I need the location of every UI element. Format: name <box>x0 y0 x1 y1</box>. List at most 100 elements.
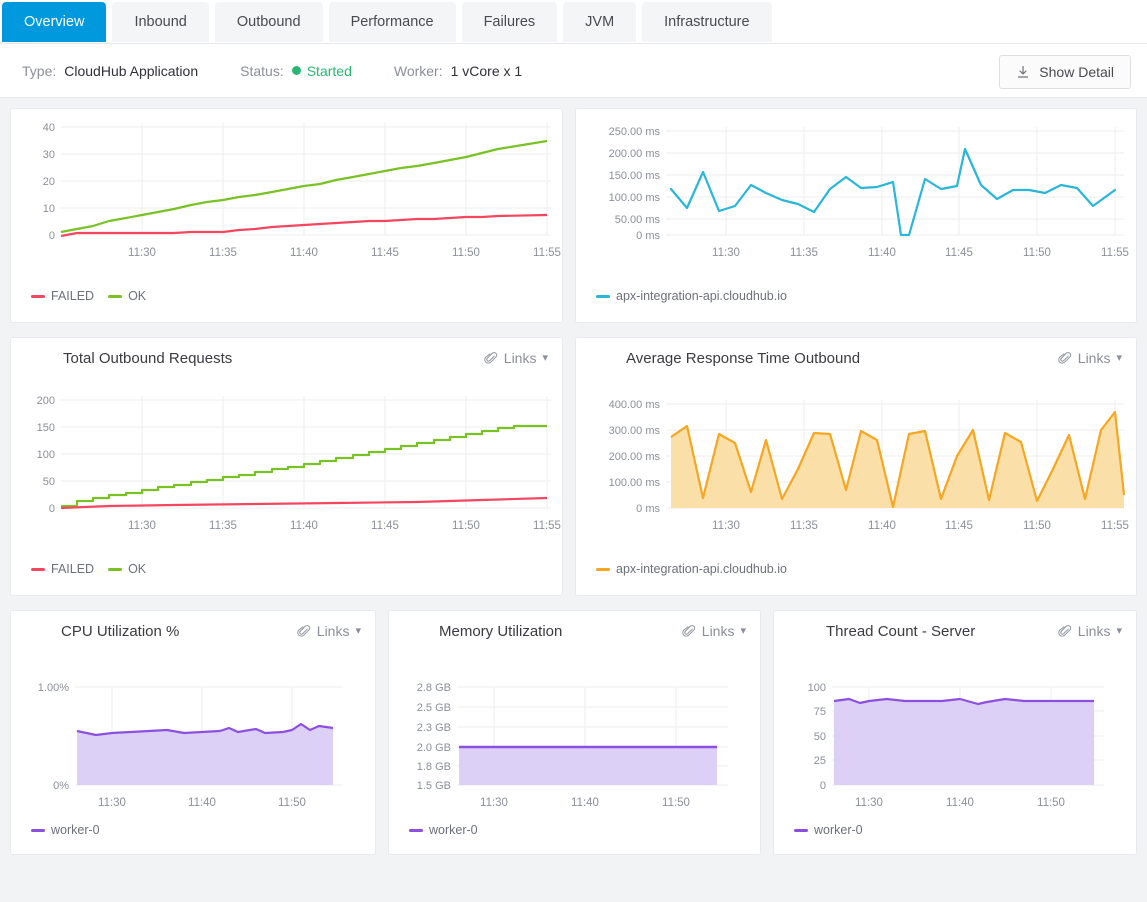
svg-text:11:30: 11:30 <box>128 520 156 532</box>
legend-swatch-host-icon <box>596 568 610 571</box>
show-detail-button[interactable]: Show Detail <box>999 55 1131 89</box>
row-gap <box>0 323 1147 337</box>
legend-label: FAILED <box>51 562 94 576</box>
legend-swatch-failed-icon <box>31 568 45 571</box>
card-header: CPU Utilization % Links ▾ <box>11 611 375 655</box>
links-label: Links <box>1078 623 1111 639</box>
chevron-down-icon: ▾ <box>542 353 548 364</box>
legend-total-inbound-requests: FAILED OK <box>11 289 562 303</box>
legend-label: FAILED <box>51 289 94 303</box>
svg-text:25: 25 <box>814 755 826 767</box>
svg-text:1.8 GB: 1.8 GB <box>417 761 451 773</box>
tab-failures[interactable]: Failures <box>462 2 558 42</box>
row-gap <box>0 596 1147 610</box>
card-average-response-time-inbound: 250.00 ms200.00 ms150.00 ms 100.00 ms50.… <box>575 108 1137 323</box>
svg-text:11:35: 11:35 <box>209 247 237 259</box>
legend-swatch-ok-icon <box>108 295 122 298</box>
svg-text:11:55: 11:55 <box>1101 247 1129 259</box>
links-dropdown[interactable]: Links ▾ <box>682 623 746 639</box>
x-axis-labels: 11:3011:3511:40 11:4511:5011:55 <box>712 520 1129 532</box>
card-cpu-utilization: CPU Utilization % Links ▾ 1.00%0% 11:301… <box>10 610 376 855</box>
legend-item[interactable]: OK <box>108 289 146 303</box>
legend-swatch-worker-icon <box>31 829 45 832</box>
links-dropdown[interactable]: Links ▾ <box>1058 350 1122 366</box>
chart-total-inbound-requests: 403020 100 11:3011:3511:40 11:4511:5011:… <box>11 109 562 289</box>
download-icon <box>1016 65 1030 79</box>
svg-text:11:35: 11:35 <box>209 520 237 532</box>
legend-item[interactable]: worker-0 <box>409 823 478 837</box>
legend-cpu-utilization: worker-0 <box>11 823 375 837</box>
chart-memory-utilization: 2.8 GB2.5 GB2.3 GB 2.0 GB1.8 GB1.5 GB 11… <box>389 655 760 823</box>
status-dot-icon <box>292 66 301 75</box>
svg-text:11:50: 11:50 <box>1023 247 1051 259</box>
svg-text:40: 40 <box>43 122 55 134</box>
svg-text:11:30: 11:30 <box>98 797 126 809</box>
info-status: Status: Started <box>240 63 352 79</box>
y-axis-labels: 400.00 ms300.00 ms200.00 ms 100.00 ms0 m… <box>609 399 661 515</box>
show-detail-label: Show Detail <box>1039 56 1114 88</box>
svg-text:250.00 ms: 250.00 ms <box>609 126 661 138</box>
tab-inbound[interactable]: Inbound <box>112 2 208 42</box>
legend-item[interactable]: worker-0 <box>31 823 100 837</box>
legend-item[interactable]: FAILED <box>31 289 94 303</box>
tab-outbound[interactable]: Outbound <box>215 2 323 42</box>
legend-memory-utilization: worker-0 <box>389 823 760 837</box>
svg-text:11:45: 11:45 <box>371 247 399 259</box>
tab-overview[interactable]: Overview <box>2 2 106 42</box>
tab-jvm[interactable]: JVM <box>563 2 636 42</box>
tab-performance[interactable]: Performance <box>329 2 456 42</box>
legend-item[interactable]: OK <box>108 562 146 576</box>
x-axis-labels: 11:3011:3511:40 11:4511:5011:55 <box>128 520 561 532</box>
svg-text:11:35: 11:35 <box>790 520 818 532</box>
legend-swatch-host-icon <box>596 295 610 298</box>
svg-text:2.8 GB: 2.8 GB <box>417 682 451 694</box>
card-thread-count-server: Thread Count - Server Links ▾ 1007550 25… <box>773 610 1137 855</box>
card-memory-utilization: Memory Utilization Links ▾ 2.8 GB2.5 GB2… <box>388 610 761 855</box>
legend-label: worker-0 <box>51 823 100 837</box>
x-axis-labels: 11:3011:4011:50 <box>98 797 306 809</box>
card-average-response-time-outbound: Average Response Time Outbound Links ▾ 4… <box>575 337 1137 596</box>
paperclip-icon <box>484 351 498 365</box>
legend-item[interactable]: apx-integration-api.cloudhub.io <box>596 562 787 576</box>
svg-text:1.00%: 1.00% <box>38 682 69 694</box>
svg-text:11:40: 11:40 <box>290 520 318 532</box>
svg-text:0: 0 <box>49 503 55 515</box>
legend-label: OK <box>128 289 146 303</box>
grid-gap <box>563 337 575 596</box>
legend-item[interactable]: FAILED <box>31 562 94 576</box>
legend-average-response-time-outbound: apx-integration-api.cloudhub.io <box>576 562 1136 576</box>
links-dropdown[interactable]: Links ▾ <box>484 350 548 366</box>
svg-text:50.00 ms: 50.00 ms <box>615 214 661 226</box>
y-axis-labels: 403020 100 <box>43 122 55 242</box>
type-label: Type: <box>22 63 56 79</box>
tab-infrastructure[interactable]: Infrastructure <box>642 2 771 42</box>
svg-text:11:55: 11:55 <box>533 520 561 532</box>
svg-text:100: 100 <box>37 449 55 461</box>
legend-item[interactable]: apx-integration-api.cloudhub.io <box>596 289 787 303</box>
legend-item[interactable]: worker-0 <box>794 823 863 837</box>
application-info-bar: Type: CloudHub Application Status: Start… <box>0 44 1147 98</box>
svg-text:11:45: 11:45 <box>371 520 399 532</box>
svg-text:75: 75 <box>814 706 826 718</box>
links-dropdown[interactable]: Links ▾ <box>297 623 361 639</box>
chart-thread-count-server: 1007550 250 11:3011:4011:50 <box>774 655 1136 823</box>
grid-gap <box>376 610 388 855</box>
links-dropdown[interactable]: Links ▾ <box>1058 623 1122 639</box>
chart-total-outbound-requests: 200150100 500 11:3011:3511:40 11:4511:50… <box>11 382 562 562</box>
legend-label: apx-integration-api.cloudhub.io <box>616 289 787 303</box>
svg-text:2.0 GB: 2.0 GB <box>417 742 451 754</box>
grid-gap <box>761 610 773 855</box>
legend-swatch-worker-icon <box>409 829 423 832</box>
svg-text:100: 100 <box>808 682 826 694</box>
info-worker: Worker: 1 vCore x 1 <box>394 63 522 79</box>
grid-gap <box>563 108 575 323</box>
svg-text:11:30: 11:30 <box>128 247 156 259</box>
y-axis-labels: 250.00 ms200.00 ms150.00 ms 100.00 ms50.… <box>609 126 661 242</box>
svg-text:20: 20 <box>43 176 55 188</box>
svg-text:100.00 ms: 100.00 ms <box>609 192 661 204</box>
svg-text:11:30: 11:30 <box>480 797 508 809</box>
svg-text:100.00 ms: 100.00 ms <box>609 477 661 489</box>
chart-average-response-time-inbound: 250.00 ms200.00 ms150.00 ms 100.00 ms50.… <box>576 109 1136 289</box>
y-axis-labels: 200150100 500 <box>37 395 55 515</box>
chevron-down-icon: ▾ <box>355 626 361 637</box>
